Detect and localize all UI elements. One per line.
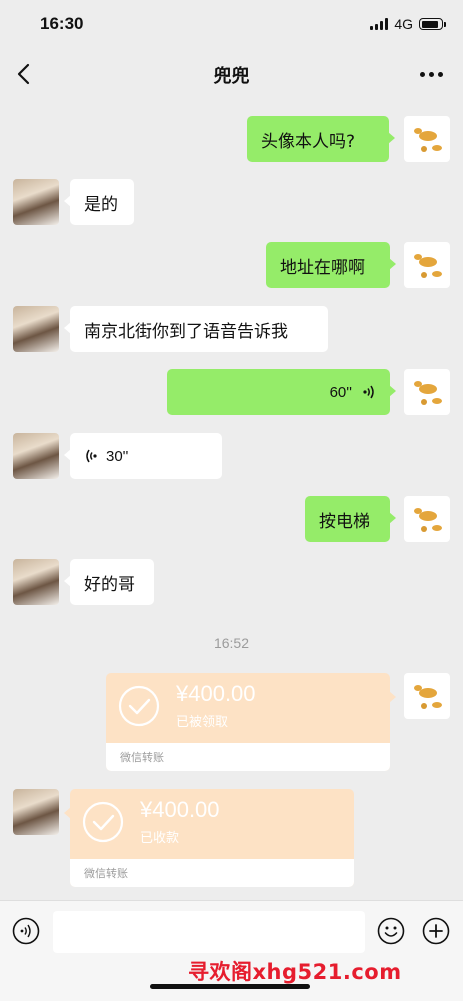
dog-avatar-image <box>414 508 442 532</box>
message-bubble-them[interactable]: 好的哥 <box>64 559 154 605</box>
status-indicators: 4G <box>370 16 446 32</box>
message-bubble-them[interactable]: 是的 <box>64 179 134 225</box>
transfer-status: 已收款 <box>140 831 180 846</box>
signal-icon <box>370 18 389 30</box>
contact-avatar[interactable] <box>13 179 59 225</box>
my-avatar[interactable] <box>404 369 450 415</box>
voice-wave-icon <box>86 449 97 463</box>
voice-toggle-icon[interactable] <box>12 917 40 945</box>
transfer-card-them[interactable]: ¥400.00 已收款 微信转账 <box>64 789 354 887</box>
transfer-status: 已被领取 <box>176 715 229 730</box>
my-avatar[interactable] <box>404 242 450 288</box>
battery-icon <box>419 18 446 30</box>
contact-avatar[interactable] <box>13 559 59 605</box>
message-bubble-me[interactable]: 头像本人吗? <box>247 116 395 162</box>
voice-wave-icon <box>363 385 374 399</box>
status-time: 16:30 <box>40 14 84 33</box>
home-indicator[interactable] <box>150 984 310 989</box>
status-bar: 16:30 4G <box>0 0 463 48</box>
message-bubble-me[interactable]: 按电梯 <box>305 496 396 542</box>
voice-duration: 60'' <box>329 383 352 401</box>
dog-avatar-image <box>414 128 442 152</box>
voice-message-them[interactable]: 30'' <box>64 433 222 479</box>
dog-avatar-image <box>414 381 442 405</box>
transfer-amount: ¥400.00 <box>176 681 256 706</box>
my-avatar[interactable] <box>404 673 450 719</box>
transfer-amount: ¥400.00 <box>140 797 220 822</box>
check-circle-icon <box>82 801 124 843</box>
voice-message-me[interactable]: 60'' <box>167 369 396 415</box>
transfer-label: 微信转账 <box>84 867 128 880</box>
emoji-icon[interactable] <box>377 917 405 945</box>
chat-header: 兜兜 <box>0 48 463 100</box>
more-icon[interactable] <box>420 72 443 77</box>
transfer-label: 微信转账 <box>120 751 164 764</box>
message-bubble-them[interactable]: 南京北街你到了语音告诉我 <box>64 306 328 352</box>
chat-timestamp: 16:52 <box>213 635 250 651</box>
check-circle-icon <box>118 685 160 727</box>
my-avatar[interactable] <box>404 116 450 162</box>
contact-avatar[interactable] <box>13 306 59 352</box>
chat-title: 兜兜 <box>213 66 250 87</box>
dog-avatar-image <box>414 254 442 278</box>
watermark-text: 寻欢阁xhg521.com <box>188 960 402 984</box>
contact-avatar[interactable] <box>13 789 59 835</box>
my-avatar[interactable] <box>404 496 450 542</box>
transfer-card-me[interactable]: ¥400.00 已被领取 微信转账 <box>106 673 396 771</box>
message-input[interactable] <box>53 911 365 953</box>
voice-duration: 30'' <box>106 447 129 465</box>
plus-icon[interactable] <box>422 917 450 945</box>
contact-avatar[interactable] <box>13 433 59 479</box>
dog-avatar-image <box>414 685 442 709</box>
message-bubble-me[interactable]: 地址在哪啊 <box>266 242 396 288</box>
network-type: 4G <box>394 16 413 32</box>
